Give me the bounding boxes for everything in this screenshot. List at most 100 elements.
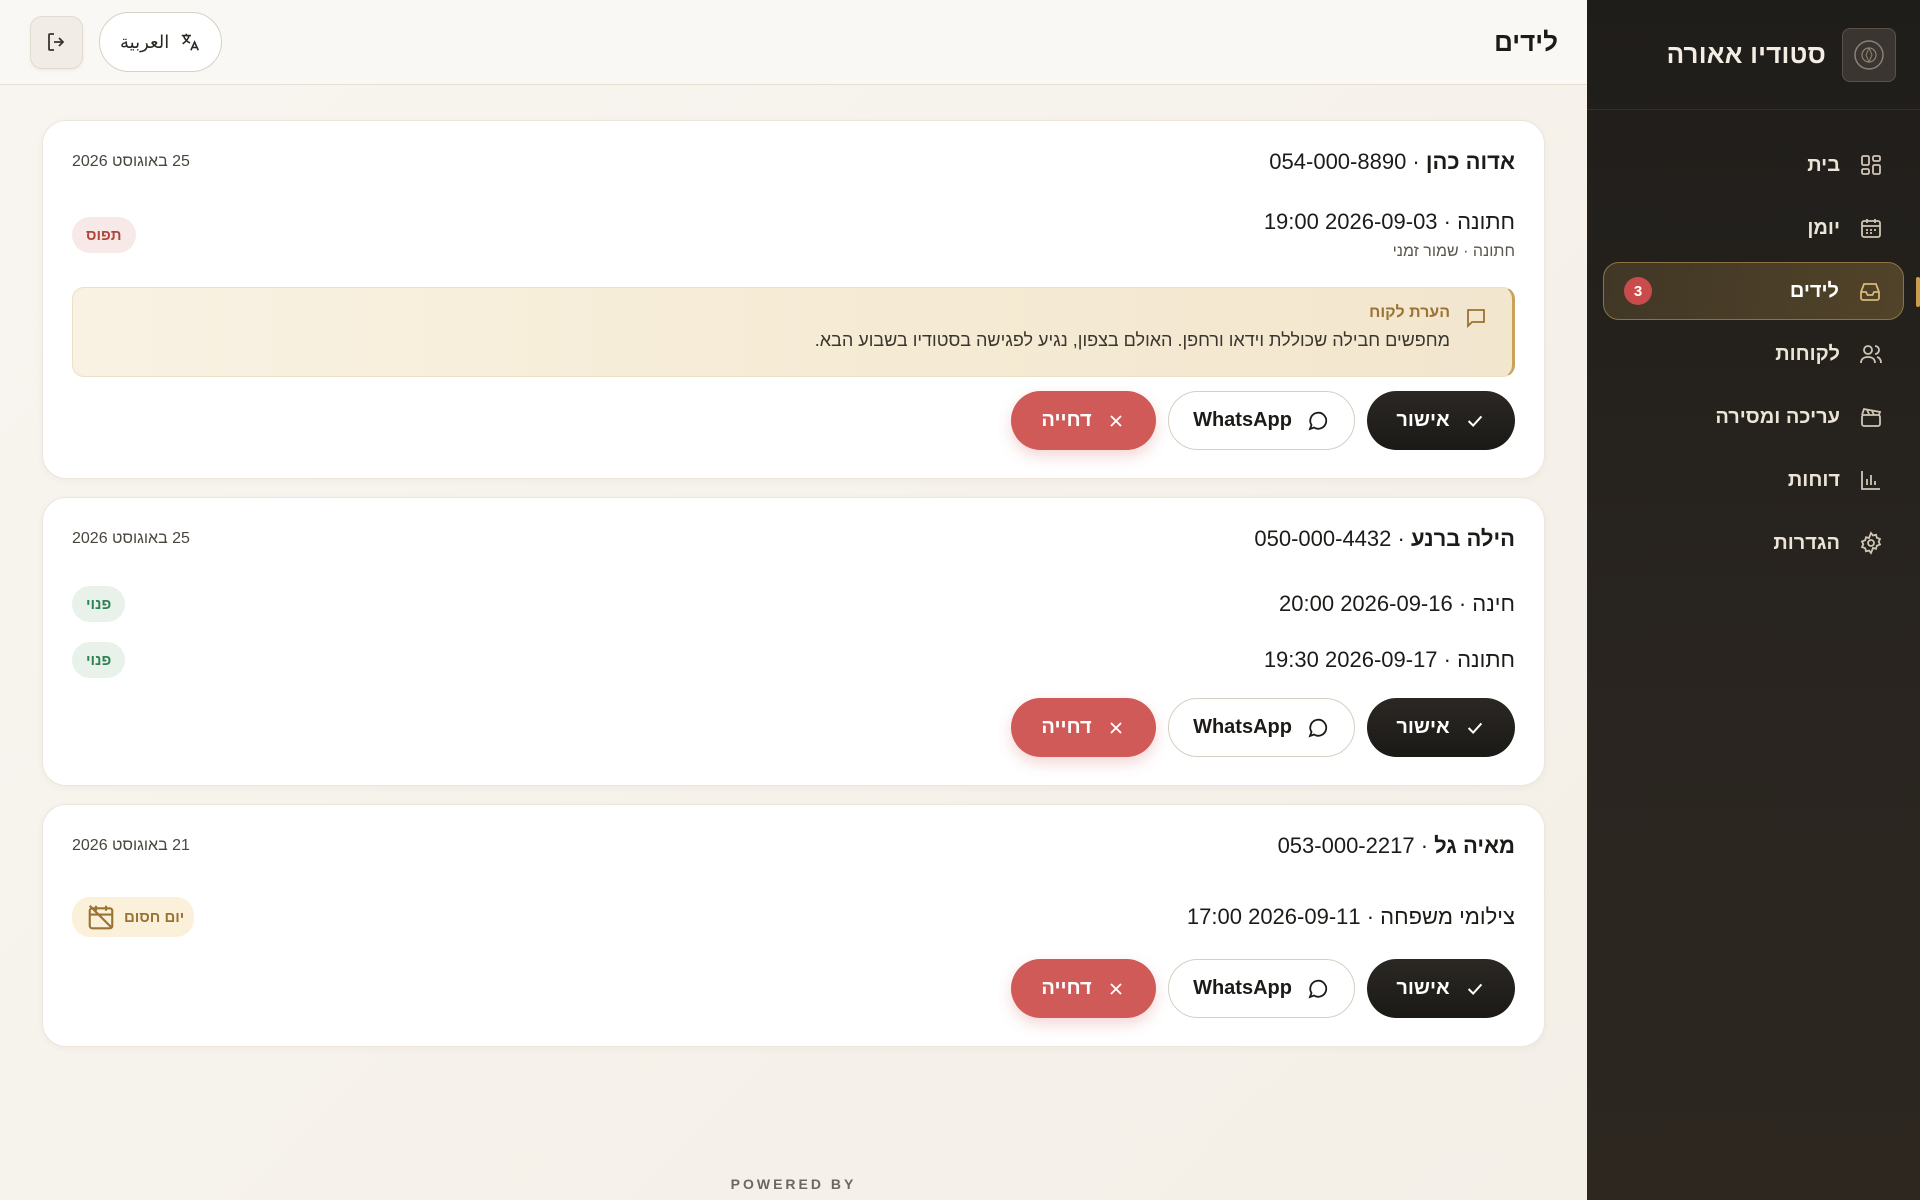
- slot-conflict-note: חתונה · שמור זמני: [1392, 243, 1515, 260]
- requested-slot: צילומי משפחה · 2026-09-11 17:00 יום חסום: [72, 897, 1515, 937]
- whatsapp-button[interactable]: WhatsApp: [1168, 959, 1355, 1018]
- approve-button[interactable]: אישור: [1367, 959, 1515, 1018]
- studio-emblem-icon: [1854, 39, 1884, 70]
- sidebar-item-label: הגדרות: [1773, 531, 1840, 554]
- lead-date: 25 באוגוסט 2026: [72, 530, 190, 547]
- sidebar-item-label: לקוחות: [1775, 342, 1840, 365]
- reject-button[interactable]: דחייה: [1011, 391, 1156, 450]
- brand-logo[interactable]: [1842, 27, 1896, 82]
- topbar: לידים العربية: [0, 0, 1587, 85]
- calendar-icon: [1858, 215, 1884, 241]
- status-badge: יום חסום: [72, 897, 195, 937]
- lead-card: אדוה כהן · 054-000-8890 25 באוגוסט 2026 …: [42, 120, 1545, 479]
- requested-slot: חתונה · 2026-09-03 19:00 חתונה · שמור זמ…: [72, 209, 1515, 261]
- slot-text: צילומי משפחה · 2026-09-11 17:00: [1186, 904, 1515, 929]
- brand: סטודיו אאורה: [1587, 0, 1920, 110]
- message-circle-icon: [1308, 411, 1328, 431]
- topbar-actions: العربية: [30, 12, 223, 72]
- bar-chart-icon: [1858, 467, 1884, 493]
- lead-card-header: הילה ברנע · 050-000-4432 25 באוגוסט 2026: [72, 526, 1515, 552]
- message-circle-icon: [1308, 718, 1328, 738]
- separator: ·: [1414, 833, 1429, 858]
- reject-button[interactable]: דחייה: [1011, 959, 1156, 1018]
- whatsapp-label: WhatsApp: [1193, 977, 1292, 999]
- x-icon: [1109, 414, 1122, 427]
- grid-icon: [1858, 152, 1884, 178]
- sidebar: סטודיו אאורה בית יומן לידים 3 לקוחות ערי…: [1587, 0, 1920, 1200]
- slot-text: חתונה · 2026-09-03 19:00: [1263, 209, 1515, 234]
- lead-name: אדוה כהן: [1425, 149, 1515, 174]
- separator: ·: [1391, 526, 1405, 551]
- sidebar-item-reports[interactable]: דוחות: [1603, 451, 1904, 509]
- sidebar-item-label: בית: [1807, 153, 1840, 176]
- lead-actions: אישור WhatsApp דחייה: [72, 698, 1515, 757]
- leads-count-badge: 3: [1624, 277, 1652, 305]
- message-circle-icon: [1308, 979, 1328, 999]
- lead-title: מאיה גל · 053-000-2217: [1278, 833, 1515, 859]
- sidebar-item-settings[interactable]: הגדרות: [1603, 514, 1904, 572]
- clapperboard-icon: [1858, 404, 1884, 430]
- sidebar-item-calendar[interactable]: יומן: [1603, 199, 1904, 257]
- approve-button[interactable]: אישור: [1367, 698, 1515, 757]
- reject-button[interactable]: דחייה: [1011, 698, 1156, 757]
- lead-card: מאיה גל · 053-000-2217 21 באוגוסט 2026 צ…: [42, 804, 1545, 1047]
- lead-card-header: מאיה גל · 053-000-2217 21 באוגוסט 2026: [72, 833, 1515, 859]
- language-switch-button[interactable]: العربية: [99, 12, 223, 72]
- slot-text: חינה · 2026-09-16 20:00: [1279, 591, 1515, 616]
- lead-card: הילה ברנע · 050-000-4432 25 באוגוסט 2026…: [42, 497, 1545, 786]
- separator: ·: [1406, 149, 1420, 174]
- brand-name: סטודיו אאורה: [1666, 39, 1826, 69]
- status-badge-label: יום חסום: [124, 908, 185, 926]
- status-badge: פנוי: [72, 586, 126, 622]
- sidebar-item-label: לידים: [1789, 279, 1839, 302]
- sidebar-item-label: יומן: [1807, 216, 1840, 239]
- lead-name: מאיה גל: [1434, 833, 1515, 858]
- message-square-icon: [1467, 309, 1485, 329]
- reject-label: דחייה: [1041, 409, 1092, 431]
- gear-icon: [1858, 530, 1884, 556]
- lead-actions: אישור WhatsApp דחייה: [72, 959, 1515, 1018]
- calendar-off-icon: [88, 904, 114, 930]
- whatsapp-label: WhatsApp: [1193, 409, 1292, 431]
- sidebar-item-clients[interactable]: לקוחות: [1603, 325, 1904, 383]
- whatsapp-button[interactable]: WhatsApp: [1168, 391, 1355, 450]
- sidebar-nav: בית יומן לידים 3 לקוחות עריכה ומסירה דוח…: [1587, 110, 1920, 572]
- lead-card-header: אדוה כהן · 054-000-8890 25 באוגוסט 2026: [72, 149, 1515, 175]
- approve-label: אישור: [1396, 977, 1450, 999]
- users-icon: [1858, 341, 1884, 367]
- client-note-text: מחפשים חבילה שכוללת וידאו ורחפן. האולם ב…: [814, 330, 1450, 350]
- logout-icon: [47, 33, 64, 51]
- sidebar-item-editing[interactable]: עריכה ומסירה: [1603, 388, 1904, 446]
- approve-button[interactable]: אישור: [1367, 391, 1515, 450]
- approve-label: אישור: [1396, 409, 1450, 431]
- lead-name: הילה ברנע: [1410, 526, 1515, 551]
- check-icon: [1467, 722, 1482, 734]
- slot-text: חתונה · 2026-09-17 19:30: [1263, 647, 1515, 672]
- status-badge: תפוס: [72, 217, 136, 253]
- page-title: לידים: [1494, 26, 1558, 57]
- whatsapp-button[interactable]: WhatsApp: [1168, 698, 1355, 757]
- main-content: לידים العربية אדוה כהן · 054-000-8890 25…: [0, 0, 1587, 1200]
- approve-label: אישור: [1396, 716, 1450, 738]
- lead-actions: אישור WhatsApp דחייה: [72, 391, 1515, 450]
- translate-icon: [181, 33, 200, 51]
- lead-date: 25 באוגוסט 2026: [72, 153, 190, 170]
- language-label: العربية: [120, 31, 170, 52]
- whatsapp-label: WhatsApp: [1193, 716, 1292, 738]
- status-badge: פנוי: [72, 642, 126, 678]
- lead-phone: 050-000-4432: [1254, 526, 1392, 551]
- client-note-title: הערת לקוח: [1369, 304, 1450, 321]
- sidebar-item-home[interactable]: בית: [1603, 136, 1904, 194]
- powered-by-footer: POWERED BY: [730, 1176, 857, 1192]
- sidebar-item-label: דוחות: [1787, 468, 1840, 491]
- lead-date: 21 באוגוסט 2026: [72, 837, 190, 854]
- sidebar-item-leads[interactable]: לידים 3: [1603, 262, 1920, 320]
- lead-title: הילה ברנע · 050-000-4432: [1254, 526, 1515, 552]
- lead-title: אדוה כהן · 054-000-8890: [1269, 149, 1515, 175]
- check-icon: [1467, 415, 1482, 427]
- leads-list: אדוה כהן · 054-000-8890 25 באוגוסט 2026 …: [0, 85, 1587, 1047]
- requested-slot: חתונה · 2026-09-17 19:30 פנוי: [72, 642, 1515, 678]
- client-note: הערת לקוח מחפשים חבילה שכוללת וידאו ורחפ…: [72, 287, 1515, 377]
- logout-button[interactable]: [30, 15, 83, 69]
- reject-label: דחייה: [1041, 716, 1092, 738]
